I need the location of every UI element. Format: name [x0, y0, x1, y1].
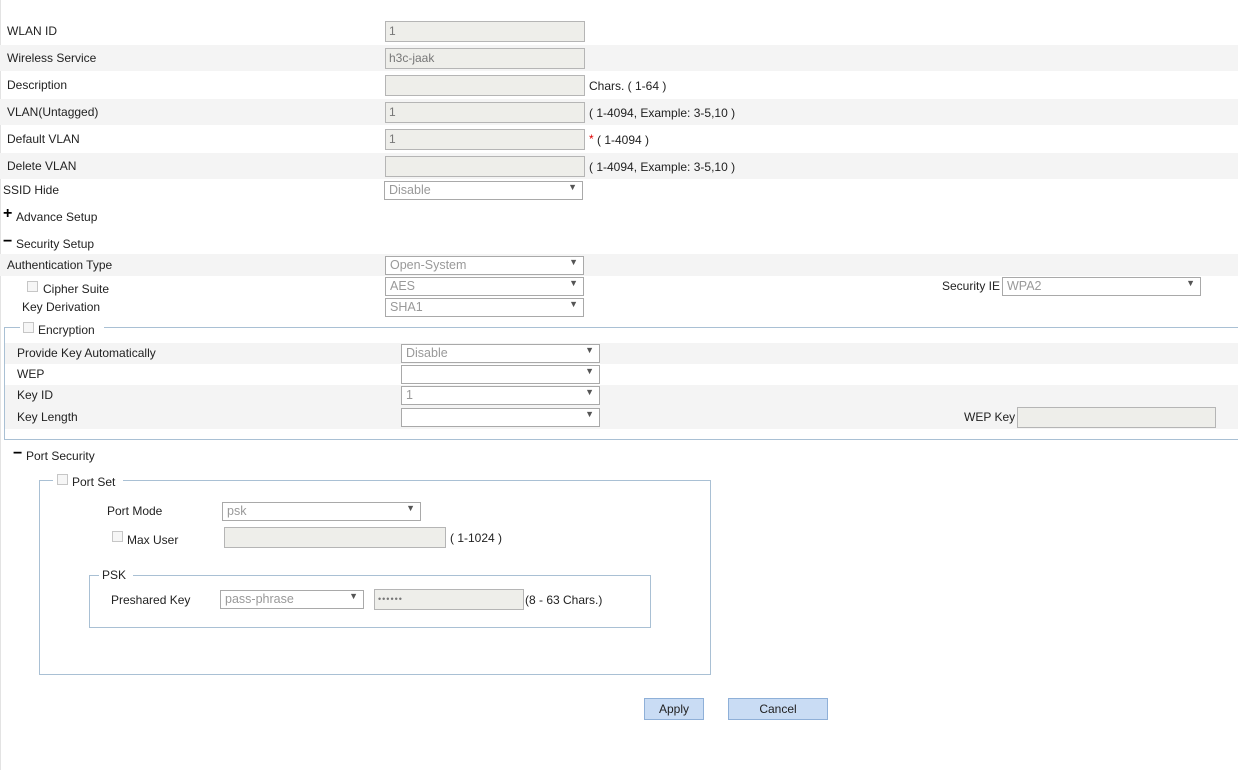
key-derivation-select[interactable]: SHA1 ▼ [385, 298, 584, 317]
vlan-untagged-hint: ( 1-4094, Example: 3-5,10 ) [589, 106, 736, 120]
preshared-key-type-select[interactable]: pass-phrase ▼ [220, 590, 364, 609]
chevron-down-icon: ▼ [569, 257, 578, 267]
security-ie-select[interactable]: WPA2 ▼ [1002, 277, 1201, 296]
chevron-down-icon: ▼ [568, 182, 577, 192]
chevron-down-icon: ▼ [585, 366, 594, 376]
provide-key-row [5, 343, 1238, 364]
wireless-service-field[interactable]: h3c-jaak [385, 48, 585, 69]
delete-vlan-label: Delete VLAN [7, 159, 77, 173]
cancel-button[interactable]: Cancel [728, 698, 828, 720]
auth-type-row [0, 254, 1238, 276]
delete-vlan-field[interactable] [385, 156, 585, 177]
key-length-select[interactable]: ▼ [401, 408, 600, 427]
default-vlan-hint: ( 1-4094 ) [597, 133, 650, 147]
preshared-key-hint: (8 - 63 Chars.) [525, 593, 603, 607]
default-vlan-field[interactable]: 1 [385, 129, 585, 150]
cipher-suite-value: AES [390, 279, 416, 293]
security-ie-value: WPA2 [1007, 279, 1042, 293]
port-mode-label: Port Mode [107, 504, 163, 518]
provide-key-select[interactable]: Disable ▼ [401, 344, 600, 363]
port-mode-select[interactable]: psk ▼ [222, 502, 421, 521]
wep-key-field[interactable] [1017, 407, 1216, 428]
ssid-hide-label: SSID Hide [3, 183, 60, 197]
default-vlan-required-mark: * [589, 132, 594, 146]
auth-type-label: Authentication Type [7, 258, 113, 272]
key-id-select[interactable]: 1 ▼ [401, 386, 600, 405]
preshared-key-label: Preshared Key [111, 593, 191, 607]
apply-button[interactable]: Apply [644, 698, 704, 720]
psk-legend-label: PSK [102, 568, 127, 582]
max-user-checkbox[interactable] [112, 531, 123, 542]
preshared-key-type-value: pass-phrase [225, 592, 294, 606]
port-mode-value: psk [227, 504, 247, 518]
expand-plus-icon[interactable]: + [3, 206, 12, 222]
auth-type-select[interactable]: Open-System ▼ [385, 256, 584, 275]
port-set-checkbox[interactable] [57, 474, 68, 485]
cipher-suite-checkbox[interactable] [27, 281, 38, 292]
vlan-untagged-label: VLAN(Untagged) [7, 105, 99, 119]
wireless-service-row [0, 45, 1238, 71]
provide-key-value: Disable [406, 346, 448, 360]
advance-setup-toggle[interactable]: Advance Setup [16, 210, 97, 224]
wlan-id-field[interactable]: 1 [385, 21, 585, 42]
wlan-id-label: WLAN ID [7, 24, 58, 38]
security-ie-label: Security IE [942, 279, 1001, 293]
delete-vlan-hint: ( 1-4094, Example: 3-5,10 ) [589, 160, 736, 174]
cipher-suite-label: Cipher Suite [43, 282, 110, 296]
ssid-hide-select[interactable]: Disable ▼ [384, 181, 583, 200]
port-security-toggle[interactable]: Port Security [26, 449, 95, 463]
key-id-label: Key ID [17, 388, 54, 402]
ssid-hide-value: Disable [389, 183, 431, 197]
max-user-label: Max User [127, 533, 179, 547]
key-id-row [5, 385, 1238, 406]
chevron-down-icon: ▼ [585, 387, 594, 397]
encryption-legend-label: Encryption [38, 323, 95, 337]
provide-key-label: Provide Key Automatically [17, 346, 156, 360]
default-vlan-label: Default VLAN [7, 132, 80, 146]
collapse-minus-icon[interactable]: − [3, 234, 12, 250]
chevron-down-icon: ▼ [569, 299, 578, 309]
wep-key-label: WEP Key [964, 410, 1016, 424]
key-id-value: 1 [406, 388, 413, 402]
chevron-down-icon: ▼ [1186, 278, 1195, 288]
key-derivation-label: Key Derivation [22, 300, 101, 314]
auth-type-value: Open-System [390, 258, 467, 272]
chevron-down-icon: ▼ [349, 591, 358, 601]
chevron-down-icon: ▼ [569, 278, 578, 288]
wireless-service-label: Wireless Service [7, 51, 97, 65]
security-setup-toggle[interactable]: Security Setup [16, 237, 94, 251]
encryption-checkbox[interactable] [23, 322, 34, 333]
chevron-down-icon: ▼ [585, 409, 594, 419]
max-user-field[interactable] [224, 527, 446, 548]
key-derivation-value: SHA1 [390, 300, 423, 314]
description-hint: Chars. ( 1-64 ) [589, 79, 667, 93]
chevron-down-icon: ▼ [406, 503, 415, 513]
description-field[interactable] [385, 75, 585, 96]
chevron-down-icon: ▼ [585, 345, 594, 355]
collapse-minus-icon[interactable]: − [13, 446, 22, 462]
max-user-hint: ( 1-1024 ) [450, 531, 503, 545]
key-length-label: Key Length [17, 410, 78, 424]
vlan-untagged-field[interactable]: 1 [385, 102, 585, 123]
cipher-suite-select[interactable]: AES ▼ [385, 277, 584, 296]
wep-label: WEP [17, 367, 45, 381]
wep-select[interactable]: ▼ [401, 365, 600, 384]
port-set-legend-label: Port Set [72, 475, 116, 489]
preshared-key-field[interactable]: •••••• [374, 589, 524, 610]
description-label: Description [7, 78, 68, 92]
